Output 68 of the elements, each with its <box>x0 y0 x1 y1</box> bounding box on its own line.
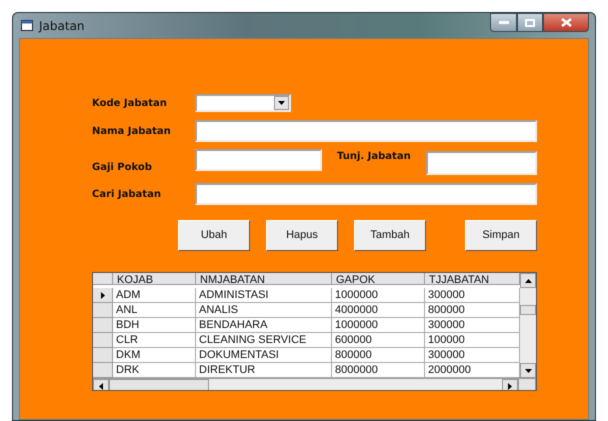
action-button[interactable]: Ubah <box>178 220 250 250</box>
dropdown-button[interactable] <box>274 96 289 110</box>
current-row-icon <box>100 292 104 298</box>
maximize-icon <box>525 18 535 26</box>
action-button[interactable]: Simpan <box>465 220 537 250</box>
table-cell: 1000000 <box>332 288 425 303</box>
up-arrow-icon <box>524 278 532 282</box>
vertical-scrollbar[interactable] <box>520 273 536 378</box>
search-field[interactable] <box>195 183 537 205</box>
column-header[interactable]: GAPOK <box>332 273 425 285</box>
row-selector[interactable] <box>93 288 113 303</box>
table-cell: ANL <box>113 303 196 318</box>
table-cell: CLR <box>113 333 196 348</box>
field-label: Tunj. Jabatan <box>337 151 412 162</box>
column-header[interactable]: KOJAB <box>113 273 196 285</box>
input-field[interactable] <box>195 149 322 171</box>
table-cell: 100000 <box>425 333 520 348</box>
table-cell: ADMINISTASI <box>196 288 332 303</box>
window-title: Jabatan <box>39 18 85 32</box>
table-cell: 300000 <box>425 318 520 333</box>
table-cell: DOKUMENTASI <box>196 348 332 363</box>
table-cell: 300000 <box>425 288 520 303</box>
table-cell: DIREKTUR <box>196 363 332 378</box>
table-cell: 2000000 <box>425 363 520 378</box>
table-cell: 4000000 <box>332 303 425 318</box>
scroll-up-button[interactable] <box>520 273 536 288</box>
table-cell: 800000 <box>332 348 425 363</box>
field-label: Gaji Pokob <box>92 162 153 172</box>
minimize-button[interactable] <box>490 13 517 32</box>
down-arrow-icon <box>524 368 532 372</box>
window-app-icon <box>21 20 33 31</box>
scroll-right-button[interactable] <box>502 379 518 390</box>
minimize-icon <box>498 21 508 24</box>
table-cell: ADM <box>113 288 196 303</box>
table-cell: 800000 <box>425 303 520 318</box>
table-cell: ANALIS <box>196 303 332 318</box>
table-cell: BDH <box>113 318 196 333</box>
caret-icon <box>278 101 285 105</box>
table-cell: BENDAHARA <box>196 318 332 333</box>
horizontal-scrollbar[interactable] <box>93 378 536 390</box>
action-button[interactable]: Hapus <box>266 220 338 250</box>
field-label: Cari Jabatan <box>92 188 162 200</box>
input-field[interactable] <box>426 151 537 175</box>
scroll-down-button[interactable] <box>520 363 536 378</box>
table-cell: DRK <box>113 363 196 378</box>
column-header[interactable]: TJJABATAN <box>425 273 520 285</box>
field-label: Nama Jabatan <box>92 126 172 136</box>
action-button[interactable]: Tambah <box>354 220 426 250</box>
left-arrow-icon <box>99 383 103 390</box>
scrollbar-corner <box>518 378 536 390</box>
scroll-left-button[interactable] <box>93 379 109 390</box>
table-cell: DKM <box>113 348 196 363</box>
right-arrow-icon <box>508 383 512 390</box>
table-cell: 600000 <box>332 333 425 348</box>
grid-corner <box>93 273 113 285</box>
table-cell: 8000000 <box>332 363 425 378</box>
close-button[interactable] <box>543 13 589 32</box>
scroll-thumb[interactable] <box>520 304 536 314</box>
table-cell: 300000 <box>425 348 520 363</box>
input-field[interactable] <box>195 120 537 142</box>
table-cell: 1000000 <box>332 318 425 333</box>
scroll-thumb[interactable] <box>109 379 209 390</box>
table-cell: CLEANING SERVICE <box>196 333 332 348</box>
close-icon <box>560 18 572 27</box>
column-header[interactable]: NMJABATAN <box>196 273 332 285</box>
maximize-button[interactable] <box>517 13 543 32</box>
dropdown-field[interactable] <box>195 94 291 112</box>
field-label: Kode Jabatan <box>92 98 168 108</box>
